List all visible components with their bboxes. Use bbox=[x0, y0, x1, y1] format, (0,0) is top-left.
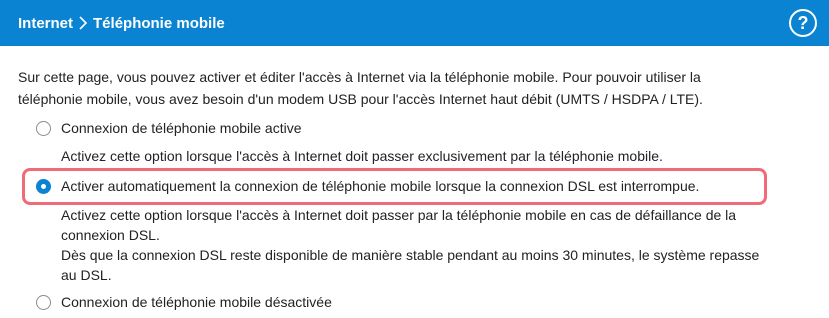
option-mobile-disabled[interactable]: Connexion de téléphonie mobile désactivé… bbox=[36, 294, 332, 310]
option-auto-fallback[interactable]: Activer automatiquement la connexion de … bbox=[36, 178, 699, 194]
breadcrumb-internet[interactable]: Internet bbox=[18, 15, 73, 32]
option-auto-fallback-label: Activer automatiquement la connexion de … bbox=[61, 178, 700, 194]
option-mobile-active-label: Connexion de téléphonie mobile active bbox=[61, 120, 302, 136]
option-auto-fallback-description: Activez cette option lorsque l'accès à I… bbox=[61, 205, 811, 285]
intro-line-2: téléphonie mobile, vous avez besoin d'un… bbox=[18, 91, 703, 107]
page-header: Internet Téléphonie mobile ? bbox=[0, 0, 829, 46]
chevron-right-icon bbox=[79, 16, 88, 30]
help-button[interactable]: ? bbox=[789, 9, 817, 37]
radio-auto-fallback[interactable] bbox=[36, 178, 51, 194]
radio-mobile-active[interactable] bbox=[36, 120, 51, 136]
question-icon: ? bbox=[797, 12, 809, 33]
description-line: connexion DSL. bbox=[61, 227, 160, 243]
breadcrumb: Internet Téléphonie mobile bbox=[18, 15, 225, 32]
description-line: au DSL. bbox=[61, 267, 112, 283]
description-line: Activez cette option lorsque l'accès à I… bbox=[61, 207, 737, 223]
breadcrumb-current: Téléphonie mobile bbox=[93, 14, 225, 32]
description-line: Activez cette option lorsque l'accès à I… bbox=[61, 148, 663, 164]
intro-line-1: Sur cette page, vous pouvez activer et é… bbox=[18, 69, 701, 85]
option-mobile-active[interactable]: Connexion de téléphonie mobile active bbox=[36, 120, 302, 136]
option-mobile-disabled-label: Connexion de téléphonie mobile désactivé… bbox=[61, 294, 332, 310]
intro-text: Sur cette page, vous pouvez activer et é… bbox=[18, 66, 808, 110]
description-line: Dès que la connexion DSL reste disponibl… bbox=[61, 247, 760, 263]
option-mobile-active-description: Activez cette option lorsque l'accès à I… bbox=[61, 146, 811, 166]
radio-mobile-disabled[interactable] bbox=[36, 294, 51, 310]
